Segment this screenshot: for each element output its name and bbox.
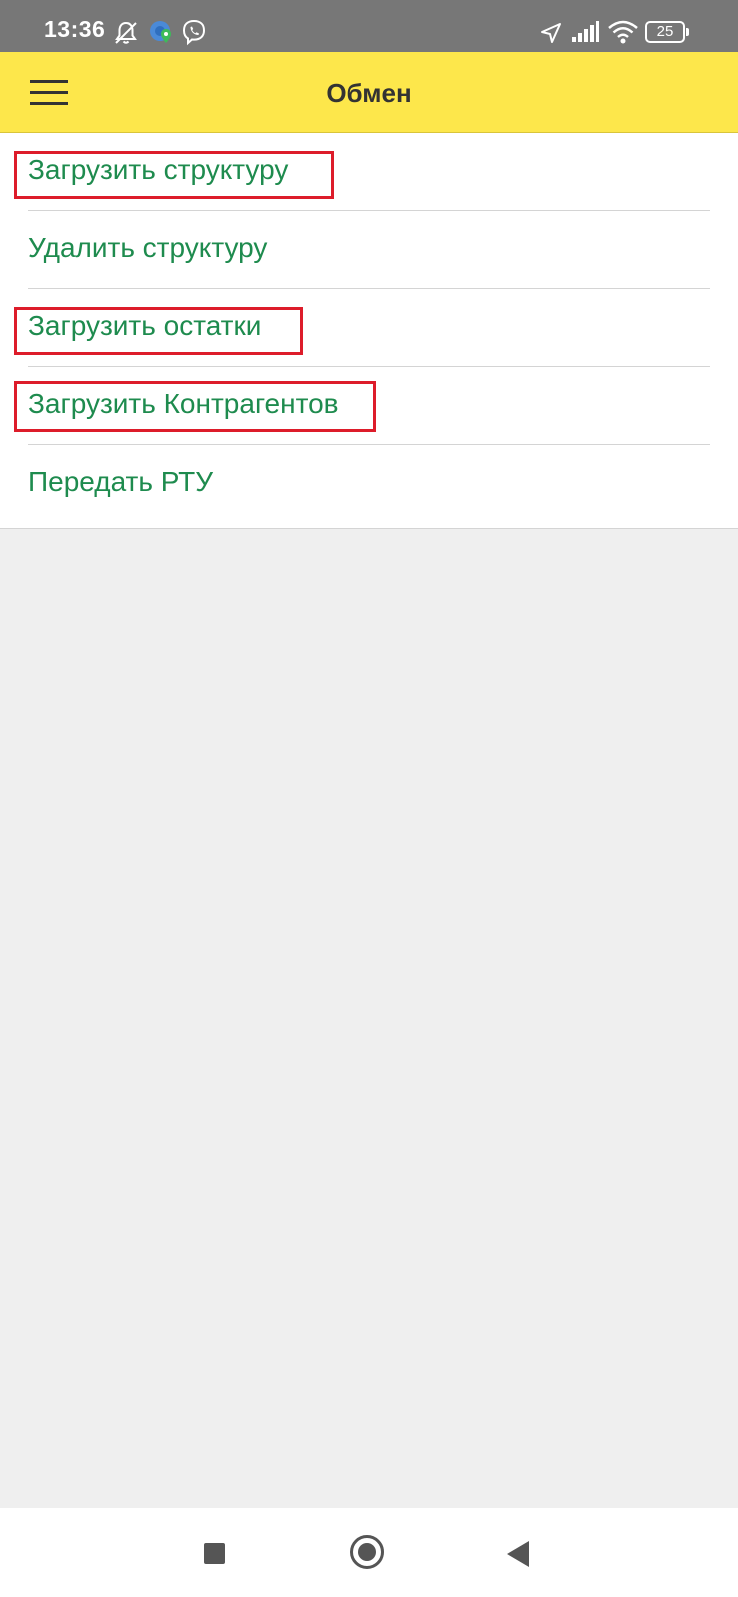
menu-item-label: Удалить структуру <box>28 232 268 263</box>
menu-item-delete-structure[interactable]: Удалить структуру <box>28 211 710 289</box>
page-title: Обмен <box>326 78 412 108</box>
status-bar: 13:36 25 <box>0 0 738 52</box>
back-icon[interactable] <box>507 1541 529 1567</box>
menu-item-label: Загрузить структуру <box>28 154 289 185</box>
hamburger-menu-icon[interactable] <box>22 70 74 114</box>
menu-item-label: Загрузить Контрагентов <box>28 388 339 419</box>
app-bar: Обмен <box>0 52 738 133</box>
menu-item-load-structure[interactable]: Загрузить структуру <box>28 133 710 211</box>
menu-item-label: Загрузить остатки <box>28 310 262 341</box>
exchange-menu-list: Загрузить структуру Удалить структуру За… <box>0 133 738 529</box>
bell-off-icon <box>115 21 137 44</box>
menu-item-load-balances[interactable]: Загрузить остатки <box>28 289 710 367</box>
menu-item-load-counterparties[interactable]: Загрузить Контрагентов <box>28 367 710 445</box>
menu-item-label: Передать РТУ <box>28 466 214 497</box>
home-icon[interactable] <box>350 1535 384 1569</box>
navigation-arrow-icon <box>541 23 561 43</box>
status-time: 13:36 <box>44 16 106 42</box>
location-pin-icon <box>150 21 171 43</box>
recent-apps-icon[interactable] <box>204 1543 225 1564</box>
system-nav-bar <box>0 1508 738 1597</box>
viber-icon <box>182 19 206 46</box>
battery-icon: 25 <box>645 21 689 43</box>
wifi-icon <box>608 20 638 44</box>
menu-item-send-rtu[interactable]: Передать РТУ <box>28 445 710 523</box>
signal-icon <box>572 21 599 42</box>
